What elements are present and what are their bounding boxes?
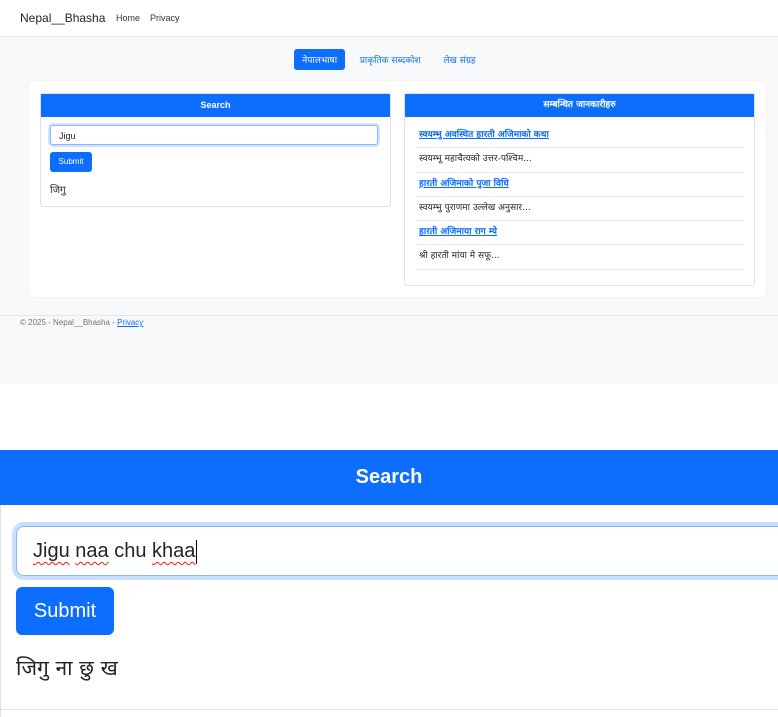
brand-link[interactable]: Nepal__Bhasha [20,11,105,25]
zoom-search-result: जिगु ना छु ख [16,656,118,680]
search-input[interactable]: Jigu [50,125,378,145]
zoom-input-word: naa [75,540,109,562]
related-link[interactable]: हारती अजिमाया राग म्ये [416,221,744,246]
zoom-input-word: chu [114,540,147,562]
search-card: Search Jigu Submit जिगु [40,93,391,207]
zoom-input-word: Jigu [33,540,70,562]
tab-nepalbhasha[interactable]: नेपालभाषा [294,49,346,70]
submit-button[interactable]: Submit [50,152,92,172]
related-list: स्वयम्भु अवस्थित हारती अजिमाको कथा स्वयम… [416,124,744,270]
zoom-card-bottom-border [0,709,778,710]
related-snippet: स्वयम्भु पुराणमा उल्लेख अनुसार... [416,197,744,222]
related-card: सम्बन्धित जानकारीहरु स्वयम्भु अवस्थित हा… [404,93,755,286]
related-card-title: सम्बन्धित जानकारीहरु [405,94,754,117]
related-link[interactable]: हारती अजिमाको पुजा विधि [416,173,744,197]
navbar: Nepal__Bhasha Home Privacy [0,0,778,37]
page-screenshot: Nepal__Bhasha Home Privacy नेपालभाषा प्र… [0,0,778,384]
zoom-submit-button[interactable]: Submit [16,587,114,635]
zoom-search-input[interactable]: Jigu naa chu khaa [16,526,778,576]
footer-privacy-link[interactable]: Privacy [117,318,143,327]
main-panel: Search Jigu Submit जिगु सम्बन्धित जानकार… [29,81,766,297]
footer: © 2025 - Nepal__Bhasha - Privacy [20,318,143,327]
footer-copyright: © 2025 - Nepal__Bhasha - [20,318,118,327]
search-result: जिगु [50,185,66,196]
nav-home-link[interactable]: Home [116,13,140,23]
zoom-card-border [0,505,1,717]
related-snippet: श्री हारती मांया मे सफू... [416,245,744,270]
footer-divider [0,315,778,316]
tab-articles[interactable]: लेख संग्रह [435,49,483,70]
text-caret [196,539,198,564]
nav-privacy-link[interactable]: Privacy [150,13,180,23]
zoom-input-word: khaa [152,540,196,562]
search-card-title: Search [41,94,390,117]
tab-dictionary[interactable]: प्राकृतिक सब्दकोश [352,49,429,70]
category-tabs: नेपालभाषा प्राकृतिक सब्दकोश लेख संग्रह [0,49,778,70]
related-link[interactable]: स्वयम्भु अवस्थित हारती अजिमाको कथा [416,124,744,149]
zoom-search-card-title: Search [0,450,778,505]
related-snippet: स्वयम्भू महाचैत्यको उत्तर-पश्चिम... [416,148,744,173]
